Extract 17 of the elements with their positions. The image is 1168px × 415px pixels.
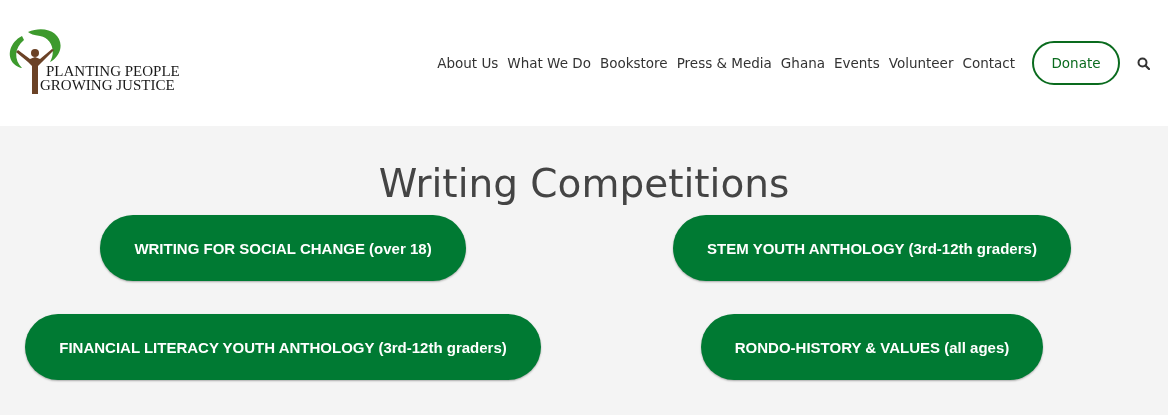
nav-link[interactable]: Events — [834, 55, 880, 71]
logo-text: PLANTING PEOPLE — [46, 63, 180, 78]
nav-link[interactable]: Volunteer — [888, 55, 954, 71]
competition-button[interactable]: WRITING FOR SOCIAL CHANGE (over 18) — [100, 215, 466, 281]
nav-link[interactable]: What We Do — [507, 55, 591, 71]
logo-text: GROWING JUSTICE — [40, 77, 176, 92]
donate-button[interactable]: Donate — [1032, 41, 1120, 85]
search-icon[interactable] — [1137, 56, 1150, 70]
nav-link[interactable]: Bookstore — [599, 55, 668, 71]
nav-link[interactable]: Press & Media — [676, 55, 772, 71]
nav-link[interactable]: Contact — [962, 55, 1015, 71]
nav-link[interactable]: Ghana — [780, 55, 825, 71]
competition-button[interactable]: FINANCIAL LITERACY YOUTH ANTHOLOGY (3rd-12th graders) — [25, 314, 541, 380]
page-title: Writing Competitions — [377, 160, 791, 208]
competition-button[interactable]: RONDO-HISTORY & VALUES (all ages) — [700, 314, 1044, 380]
competition-button[interactable]: STEM YOUTH ANTHOLOGY (3rd-12th graders) — [673, 215, 1071, 281]
nav-link[interactable]: About Us — [437, 55, 499, 71]
